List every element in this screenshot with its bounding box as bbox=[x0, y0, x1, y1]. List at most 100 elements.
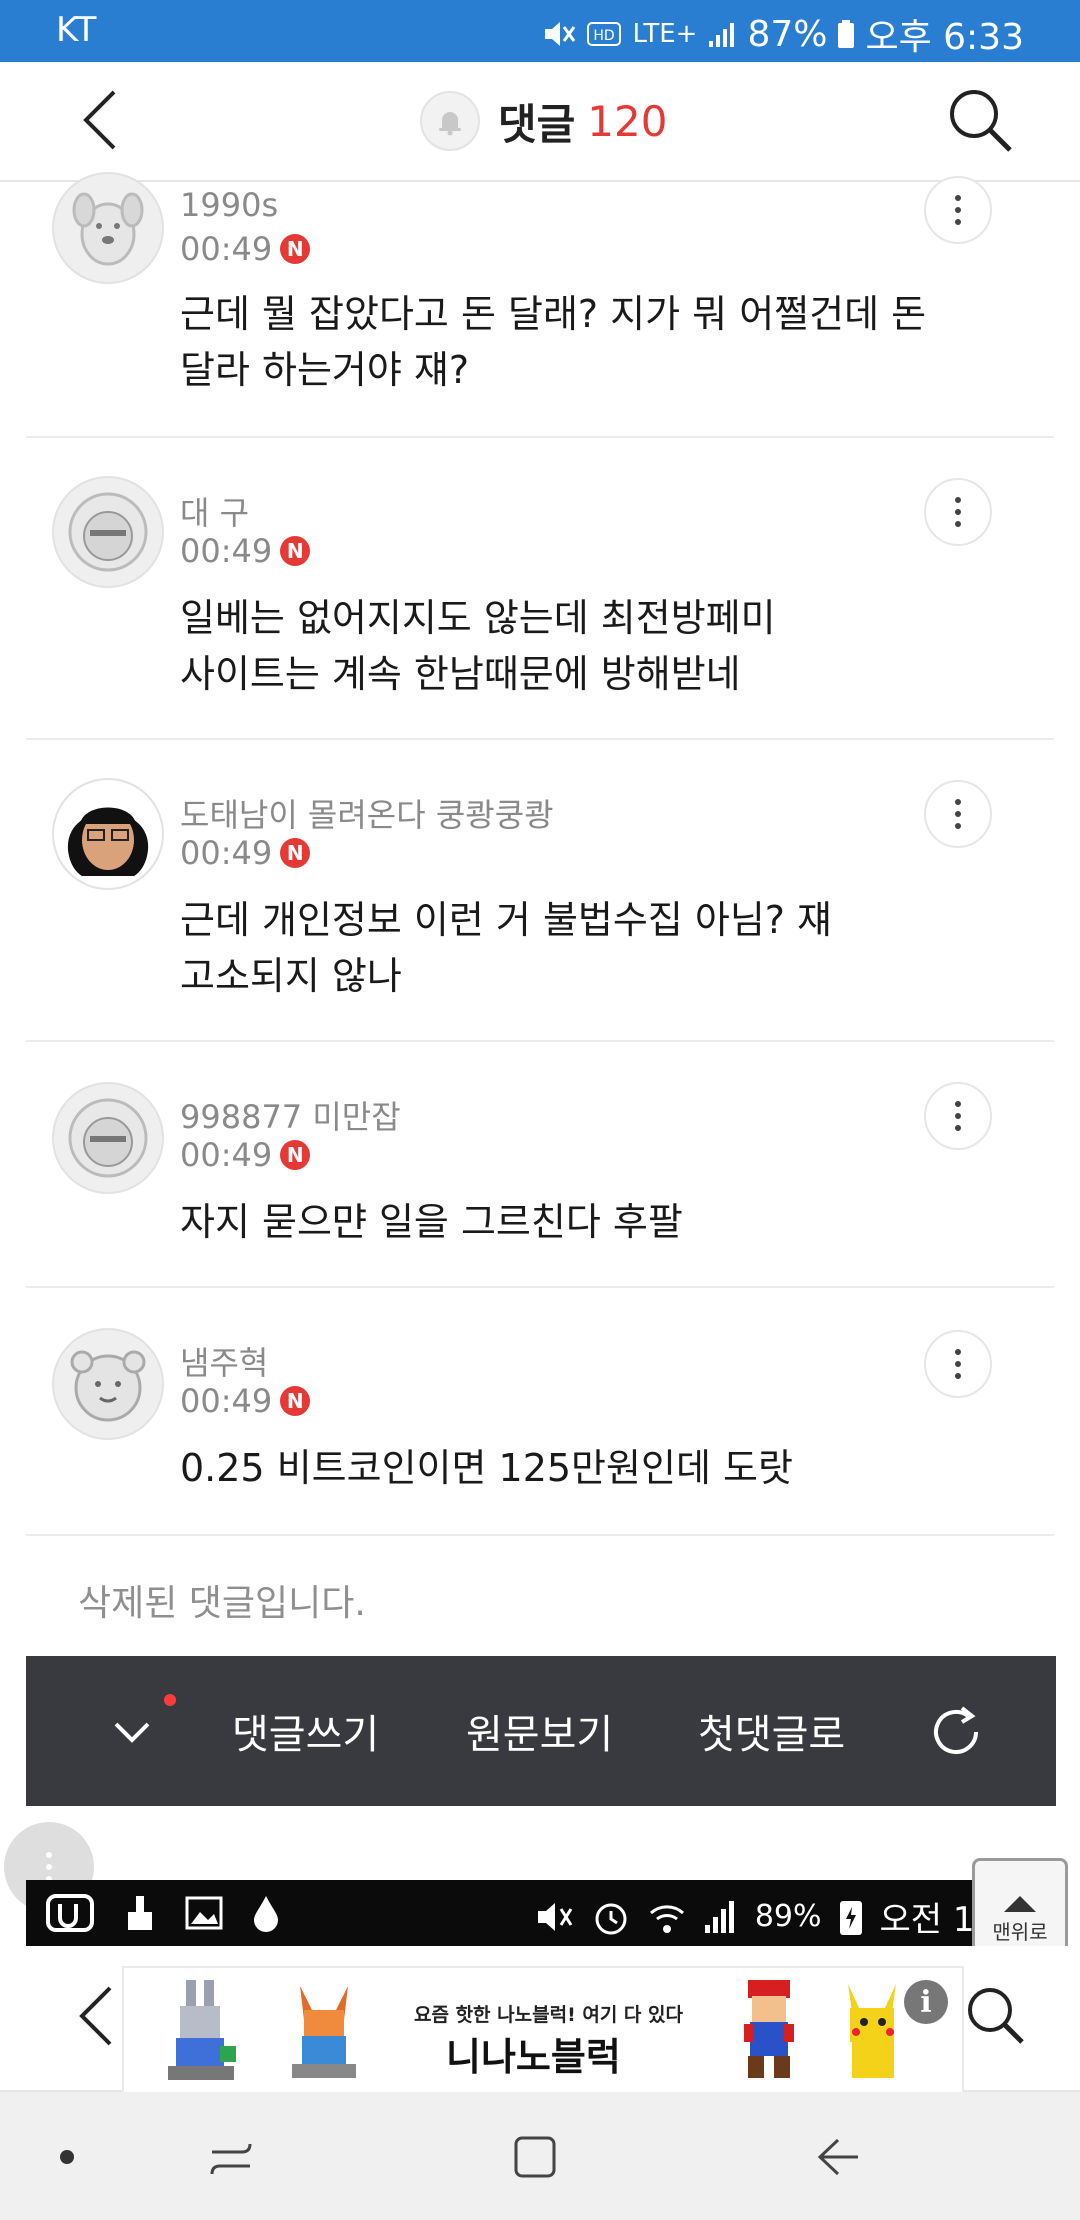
comment-more-button[interactable] bbox=[924, 478, 992, 546]
comment-line: 자지 묻으먄 일을 그르친다 후팔 bbox=[180, 1200, 683, 1244]
scroll-to-top-button[interactable]: 맨위로 bbox=[972, 1858, 1068, 1956]
notification-toggle[interactable] bbox=[420, 91, 480, 151]
embedded-status-icons: 89% 오전 1: bbox=[535, 1892, 986, 1941]
battery-icon bbox=[838, 20, 855, 48]
comment-more-button[interactable] bbox=[924, 1082, 992, 1150]
comment-more-button[interactable] bbox=[924, 780, 992, 848]
comment-time: 00:49 N bbox=[180, 230, 311, 268]
comment-text: 근데 개인정보 이런 거 불법수집 아님? 쟤 고소되지 않나 bbox=[180, 892, 980, 1004]
comment-timestamp: 00:49 bbox=[180, 532, 273, 570]
avatar[interactable] bbox=[52, 778, 164, 890]
ad-tagline: 요즘 핫한 나노블럭! 여기 다 있다 bbox=[414, 2004, 683, 2026]
write-comment-button[interactable]: 댓글쓰기 bbox=[232, 1702, 379, 1760]
drop-icon bbox=[254, 1896, 278, 1932]
avatar[interactable] bbox=[52, 1082, 164, 1194]
system-navigation-bar bbox=[0, 2092, 1080, 2220]
bell-icon bbox=[439, 112, 461, 136]
comment-more-button[interactable] bbox=[924, 176, 992, 244]
comment-time: 00:49 N bbox=[180, 532, 311, 570]
comment-nickname[interactable]: 냄주혁 bbox=[180, 1338, 268, 1384]
refresh-icon bbox=[934, 1706, 978, 1754]
signal-icon bbox=[704, 1900, 734, 1933]
embedded-clock: 오전 1: bbox=[879, 1900, 986, 1940]
comment-line: 근데 개인정보 이런 거 불법수집 아님? 쟤 bbox=[180, 898, 833, 942]
search-icon[interactable] bbox=[958, 1976, 1038, 2056]
new-badge: N bbox=[280, 536, 311, 566]
search-icon bbox=[950, 90, 1012, 152]
back-button[interactable] bbox=[70, 80, 140, 160]
refresh-button[interactable] bbox=[924, 1700, 988, 1764]
signal-icon bbox=[709, 23, 735, 47]
image-icon bbox=[185, 1896, 223, 1930]
comment-text: 일베는 없어지지도 않는데 최전방페미사이트는 계속 한남때문에 방해받네 bbox=[180, 590, 980, 702]
character-avatar-icon bbox=[68, 492, 148, 572]
back-arrow-icon[interactable] bbox=[70, 1976, 120, 2056]
more-vertical-icon bbox=[955, 1101, 961, 1131]
comment-text: 자지 묻으먄 일을 그르친다 후팔 bbox=[180, 1194, 980, 1250]
header-title-group: 댓글 120 bbox=[420, 86, 667, 156]
ad-info-button[interactable]: i bbox=[904, 1980, 948, 2024]
avatar[interactable] bbox=[52, 476, 164, 588]
comment-time: 00:49 N bbox=[180, 1382, 311, 1420]
app-icon bbox=[46, 1894, 94, 1932]
more-vertical-icon bbox=[955, 195, 961, 225]
first-comment-button[interactable]: 첫댓글로 bbox=[698, 1702, 845, 1760]
info-icon: i bbox=[920, 1984, 932, 2020]
network-label: LTE+ bbox=[632, 19, 698, 49]
comment-timestamp: 00:49 bbox=[180, 834, 273, 872]
brush-icon bbox=[128, 1896, 152, 1930]
dog-avatar-icon bbox=[72, 192, 144, 266]
status-icons: HD LTE+ 87% 오후 6:33 bbox=[542, 8, 1024, 60]
comment-time: 00:49 N bbox=[180, 834, 311, 872]
deleted-comment-text: 삭제된 댓글입니다. bbox=[78, 1583, 366, 1624]
mute-icon bbox=[545, 22, 576, 46]
bunny-block-figure-icon bbox=[168, 1980, 236, 2080]
search-button[interactable] bbox=[940, 80, 1020, 160]
back-nav-icon[interactable] bbox=[812, 2132, 866, 2182]
more-vertical-icon bbox=[955, 1349, 961, 1379]
comment-line: 일베는 없어지지도 않는데 최전방페미 bbox=[180, 596, 776, 640]
battery-charging-icon bbox=[839, 1900, 862, 1935]
wifi-icon bbox=[649, 1904, 684, 1933]
embedded-status-bar: 89% 오전 1: bbox=[26, 1880, 1056, 1946]
comment-line: 사이트는 계속 한남때문에 방해받네 bbox=[180, 652, 741, 696]
new-badge: N bbox=[280, 1386, 311, 1416]
comment-timestamp: 00:49 bbox=[180, 1136, 273, 1174]
new-badge: N bbox=[280, 838, 311, 868]
back-arrow-icon bbox=[83, 90, 116, 150]
up-arrow-icon bbox=[1004, 1896, 1036, 1912]
comment-timestamp: 00:49 bbox=[180, 1382, 273, 1420]
comment-line: 달라 하는거야 쟤? bbox=[180, 348, 470, 392]
avatar[interactable] bbox=[52, 1328, 164, 1440]
comment-line: 0.25 비트코인이면 125만원인데 도랏 bbox=[180, 1446, 793, 1490]
avatar[interactable] bbox=[52, 172, 164, 284]
home-button-icon[interactable] bbox=[510, 2132, 560, 2182]
comments-header: 댓글 120 bbox=[0, 62, 1080, 182]
view-original-button[interactable]: 원문보기 bbox=[466, 1702, 613, 1760]
bear-avatar-icon bbox=[70, 1350, 146, 1422]
alarm-icon bbox=[595, 1903, 627, 1934]
comment-nickname[interactable]: 도태남이 몰려온다 쿵쾅쿵쾅 bbox=[180, 790, 554, 836]
comment-line: 근데 뭘 잡았다고 돈 달래? 지가 뭐 어쩔건데 돈 bbox=[180, 292, 927, 336]
fox-block-figure-icon bbox=[292, 1986, 356, 2078]
ad-title: 니나노블럭 bbox=[446, 2035, 621, 2079]
collapse-button[interactable] bbox=[102, 1702, 162, 1762]
person-avatar-icon bbox=[67, 807, 149, 876]
carrier-label: KT bbox=[56, 10, 97, 50]
ad-banner[interactable]: 요즘 핫한 나노블럭! 여기 다 있다 니나노블럭 i bbox=[122, 1966, 964, 2096]
recent-apps-icon[interactable] bbox=[206, 2134, 256, 2184]
comment-nickname[interactable]: 998877 미만잡 bbox=[180, 1092, 401, 1138]
embedded-notification-icons bbox=[44, 1892, 282, 1934]
nav-dot-indicator bbox=[60, 2150, 74, 2164]
more-vertical-icon bbox=[955, 497, 961, 527]
comment-count: 120 bbox=[587, 96, 668, 146]
pikachu-block-figure-icon bbox=[848, 1984, 896, 2078]
comment-time: 00:49 N bbox=[180, 1136, 311, 1174]
comment-nickname[interactable]: 1990s bbox=[180, 186, 278, 224]
battery-percent: 87% bbox=[747, 13, 828, 55]
comment-more-button[interactable] bbox=[924, 1330, 992, 1398]
new-badge: N bbox=[280, 1140, 311, 1170]
comment-nickname[interactable]: 대 구 bbox=[180, 488, 249, 534]
mute-icon bbox=[537, 1902, 573, 1931]
svg-text:HD: HD bbox=[594, 28, 615, 44]
